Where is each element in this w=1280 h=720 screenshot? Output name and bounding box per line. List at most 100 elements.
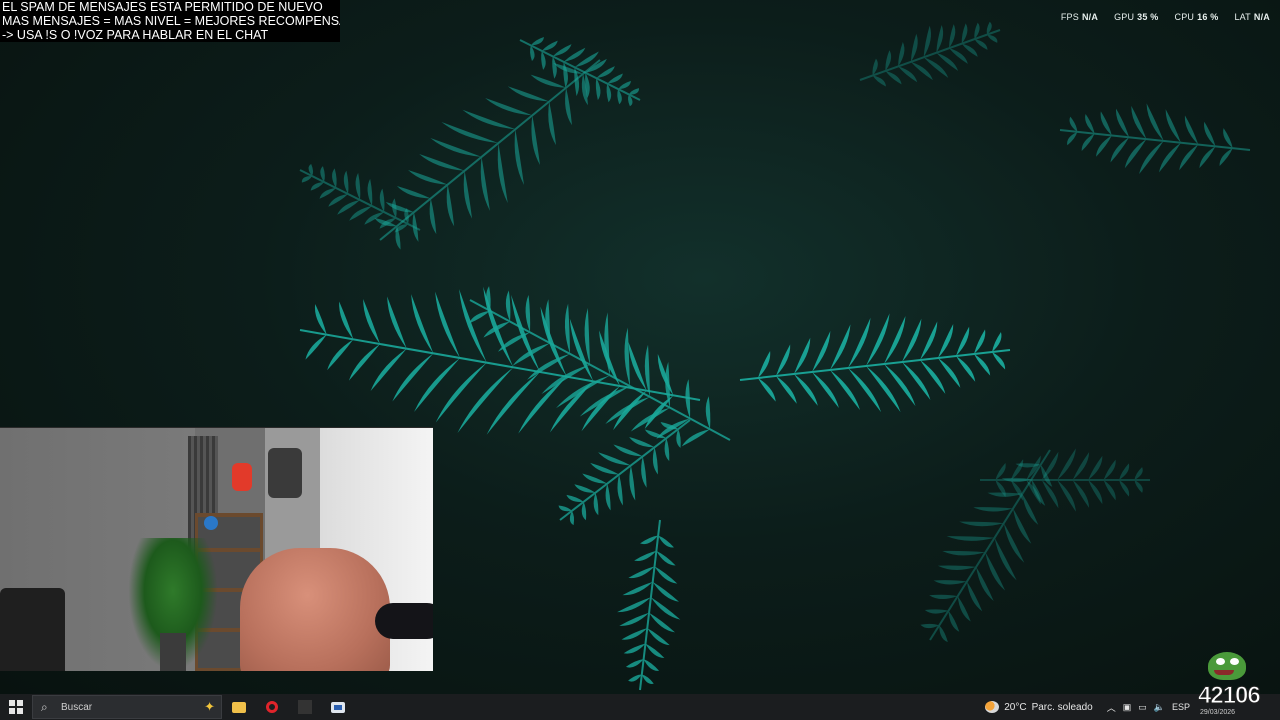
fern-leaflet: [992, 332, 1002, 352]
toy-figure: [232, 463, 252, 491]
fern-leaflet: [1134, 467, 1143, 480]
windows-icon: [9, 700, 23, 714]
fern-leaflet: [590, 462, 620, 475]
fern-leaflet: [548, 101, 556, 146]
microphone: [375, 603, 433, 639]
fern-leaflet: [343, 170, 349, 194]
chevron-up-icon[interactable]: ︿: [1107, 701, 1116, 714]
fern-leaflet: [468, 310, 490, 324]
fern-leaflet: [812, 331, 831, 372]
taskbar-search-box[interactable]: ⌕ Buscar ✦: [32, 695, 222, 719]
taskbar-date: 29/03/2026: [1200, 709, 1236, 716]
fern-leaflet: [541, 50, 546, 70]
fern-leaflet: [392, 198, 397, 218]
fern-leaflet: [1013, 508, 1032, 544]
fern-leaflet: [619, 612, 650, 626]
fern-leaflet: [564, 303, 570, 354]
fern-leaflet: [1081, 133, 1095, 152]
fern-leaflet: [531, 115, 541, 166]
fern-leaflet: [429, 198, 437, 235]
fern-leaflet: [1022, 493, 1039, 525]
fern-leaflet: [1072, 480, 1090, 508]
fern-leaflet: [622, 581, 653, 596]
fern-leaflet: [310, 182, 324, 191]
fern-leaflet: [1100, 111, 1112, 136]
fern-leaflet: [885, 50, 892, 71]
fern-leaflet: [314, 304, 327, 335]
fern-frond: [617, 519, 681, 691]
fern-leaflet: [419, 154, 465, 171]
fern-leaflet: [1119, 480, 1130, 497]
fern-leaflet: [435, 291, 460, 358]
fern-leaflet: [598, 452, 631, 466]
fern-frond: [519, 37, 641, 107]
fern-leaflet: [794, 337, 811, 374]
fern-leaflet: [1088, 480, 1103, 505]
shelf-board: [195, 513, 263, 517]
fern-leaflet: [1146, 103, 1164, 141]
fern-leaflet: [1134, 480, 1143, 493]
system-tray: ︿ ▣ ▭ 🔈 ESP: [1107, 701, 1190, 714]
fern-leaflet: [654, 566, 678, 584]
fern-leaflet: [647, 628, 670, 646]
fern-leaflet: [605, 483, 611, 511]
network-icon[interactable]: ▭: [1138, 702, 1147, 713]
fern-leaflet: [995, 463, 1006, 480]
fern-leaflet: [1204, 121, 1216, 147]
fern-leaflet: [1010, 480, 1024, 501]
fern-leaflet: [385, 201, 414, 213]
fern-leaflet: [305, 334, 327, 360]
fern-leaflet: [613, 444, 643, 457]
fern-leaflet: [525, 294, 531, 333]
fern-leaflet: [301, 176, 312, 183]
fern-leaflet: [957, 596, 971, 622]
fern-leaflet: [441, 122, 499, 144]
fern-leaflet: [1184, 115, 1199, 145]
app-button[interactable]: [288, 694, 321, 720]
fern-leaflet: [758, 351, 771, 378]
fern-leaflet: [623, 643, 646, 654]
start-button[interactable]: [0, 694, 32, 720]
fern-leaflet: [933, 580, 967, 585]
fern-leaflet: [606, 83, 612, 103]
fern-leaflet: [618, 80, 631, 90]
fern-leaflet: [1057, 448, 1076, 480]
weather-widget[interactable]: 20°C Parc. soleado: [985, 701, 1093, 713]
remote-app-button[interactable]: [321, 694, 354, 720]
fern-leaflet: [511, 294, 540, 372]
fern-leaflet: [604, 312, 610, 376]
fern-leaflet: [435, 362, 487, 423]
sparkle-icon[interactable]: ✦: [204, 699, 215, 715]
volume-icon[interactable]: 🔈: [1154, 702, 1165, 713]
fern-leaflet: [581, 501, 587, 521]
fern-leaflet: [319, 188, 336, 199]
fern-leaflet: [939, 625, 948, 643]
file-explorer-button[interactable]: [222, 694, 255, 720]
fern-leaflet: [902, 318, 922, 362]
fern-leaflet: [457, 367, 514, 433]
tray-app-icon[interactable]: ▣: [1123, 702, 1132, 713]
search-input[interactable]: Buscar: [61, 702, 204, 713]
fern-leaflet: [705, 396, 711, 430]
fern-leaflet: [530, 37, 544, 46]
pepe-emote: [1204, 648, 1248, 682]
fern-leaflet: [558, 505, 572, 512]
fern-leaflet: [628, 674, 642, 682]
fern-leaflet: [946, 536, 995, 541]
alert-line-2: MAS MENSAJES = MAS NIVEL = MEJORES RECOM…: [2, 14, 340, 28]
desktop-wallpaper: EL SPAM DE MENSAJES ESTA PERMITIDO DE NU…: [0, 0, 1280, 694]
fern-leaflet: [1110, 137, 1130, 163]
fern-leaflet: [332, 168, 337, 188]
fern-leaflet: [512, 343, 550, 366]
fern-leaflet: [462, 109, 516, 130]
fern-leaflet: [974, 39, 988, 50]
fern-leaflet: [866, 366, 901, 413]
alert-line-3: -> USA !S O !VOZ PARA HABLAR EN EL CHAT: [2, 28, 269, 42]
fern-leaflet: [411, 294, 434, 354]
fern-leaflet: [624, 327, 630, 387]
language-indicator[interactable]: ESP: [1172, 702, 1190, 712]
opera-browser-button[interactable]: [255, 694, 288, 720]
fern-frond: [739, 313, 1011, 413]
fern-leaflet: [1223, 128, 1233, 149]
office-chair: [0, 588, 65, 671]
